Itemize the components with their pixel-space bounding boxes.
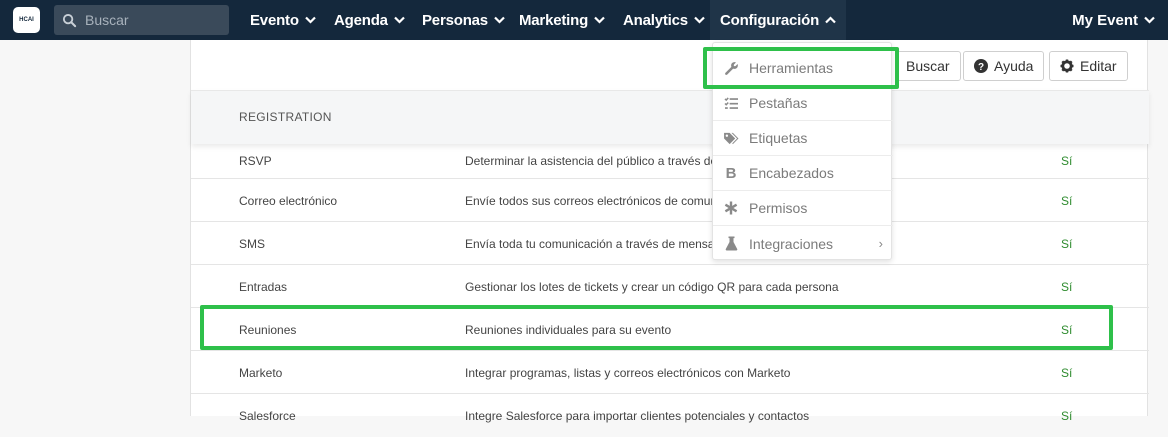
search-button-label: Buscar [906,58,950,74]
status-badge: Sí [1061,366,1073,380]
chevron-down-icon [694,16,705,24]
flask-icon [713,236,749,251]
menu-item-permisos[interactable]: Permisos [713,191,893,226]
table-row[interactable]: SMS Envía toda tu comunicación a través … [191,222,1149,265]
search-button[interactable]: Buscar [895,51,961,81]
status-badge: Sí [1061,237,1073,251]
settings-panel: Buscar ? Ayuda Editar REGISTRATION RSVP … [190,40,1149,423]
menu-item-label: Etiquetas [749,130,808,146]
feature-description: Determinar la asistencia del público a t… [465,154,718,168]
chevron-down-icon [1144,16,1155,24]
status-badge: Sí [1061,280,1073,294]
nav-configuracion-label: Configuración [720,11,820,29]
menu-item-label: Integraciones [749,235,834,252]
bold-icon: B [725,164,737,182]
my-event-label: My Event [1072,11,1138,29]
edit-button-label: Editar [1080,58,1117,74]
highlight-reuniones-row [200,305,1113,350]
menu-item-label: Encabezados [749,165,834,181]
help-button-label: Ayuda [994,58,1034,74]
feature-description: Integrar programas, listas y correos ele… [465,366,791,380]
edit-button[interactable]: Editar [1049,51,1128,81]
chevron-down-icon [494,16,505,24]
nav-analytics-label: Analytics [623,11,688,29]
chevron-down-icon [394,16,405,24]
menu-item-etiquetas[interactable]: Etiquetas [713,121,893,156]
my-event-menu[interactable]: My Event [1072,0,1155,40]
status-badge: Sí [1061,194,1073,208]
menu-item-pestanas[interactable]: Pestañas [713,86,893,121]
menu-item-label: Permisos [749,200,808,216]
feature-name: SMS [239,237,266,251]
feature-description: Envíe todos sus correos electrónicos de … [465,194,718,208]
table-row[interactable]: Correo electrónico Envíe todos sus corre… [191,179,1149,222]
feature-name: RSVP [239,154,272,168]
toolbar: Buscar ? Ayuda Editar [191,40,1149,90]
nav-marketing[interactable]: Marketing [519,0,605,40]
chevron-right-icon: › [878,236,883,251]
nav-agenda-label: Agenda [334,11,388,29]
tags-icon [713,132,749,145]
chevron-down-icon [594,16,605,24]
help-button[interactable]: ? Ayuda [963,51,1045,81]
search-input[interactable]: Buscar [54,5,229,35]
nav-evento[interactable]: Evento [250,0,316,40]
highlight-herramientas [703,47,899,89]
app-logo[interactable]: HCAI [13,7,40,33]
status-badge: Sí [1061,409,1073,423]
question-circle-icon: ? [974,59,988,73]
table-row[interactable]: Entradas Gestionar los lotes de tickets … [191,265,1149,308]
section-header-label: REGISTRATION [239,110,332,124]
feature-description: Envía toda tu comunicación a través de m… [465,237,724,251]
menu-item-encabezados[interactable]: B Encabezados [713,156,893,191]
nav-personas-label: Personas [422,11,488,29]
chevron-up-icon [825,16,836,24]
nav-configuracion[interactable]: Configuración [710,0,847,40]
search-placeholder: Buscar [85,12,129,28]
nav-marketing-label: Marketing [519,11,589,29]
feature-description: Gestionar los lotes de tickets y crear u… [465,280,839,294]
table-row[interactable]: Marketo Integrar programas, listas y cor… [191,351,1149,394]
feature-name: Salesforce [239,409,296,423]
nav-analytics[interactable]: Analytics [623,0,705,40]
menu-item-integraciones[interactable]: Integraciones › [713,226,893,261]
status-badge: Sí [1061,154,1073,168]
feature-name: Correo electrónico [239,194,338,208]
logo-text: HCAI [19,17,34,23]
feature-name: Entradas [239,280,288,294]
top-navbar: HCAI Buscar Evento Agenda Personas Marke… [0,0,1168,40]
section-header: REGISTRATION [191,90,1149,144]
feature-description: Integre Salesforce para importar cliente… [465,409,810,423]
nav-evento-label: Evento [250,11,299,29]
gear-icon [1060,59,1074,73]
search-icon [62,13,77,27]
table-row[interactable]: RSVP Determinar la asistencia del públic… [191,144,1149,179]
nav-personas[interactable]: Personas [422,0,505,40]
nav-agenda[interactable]: Agenda [334,0,405,40]
svg-text:?: ? [978,62,984,73]
chevron-down-icon [305,16,316,24]
list-check-icon [713,96,749,110]
menu-item-label: Pestañas [749,95,808,111]
asterisk-icon [713,201,749,215]
feature-name: Marketo [239,366,283,380]
